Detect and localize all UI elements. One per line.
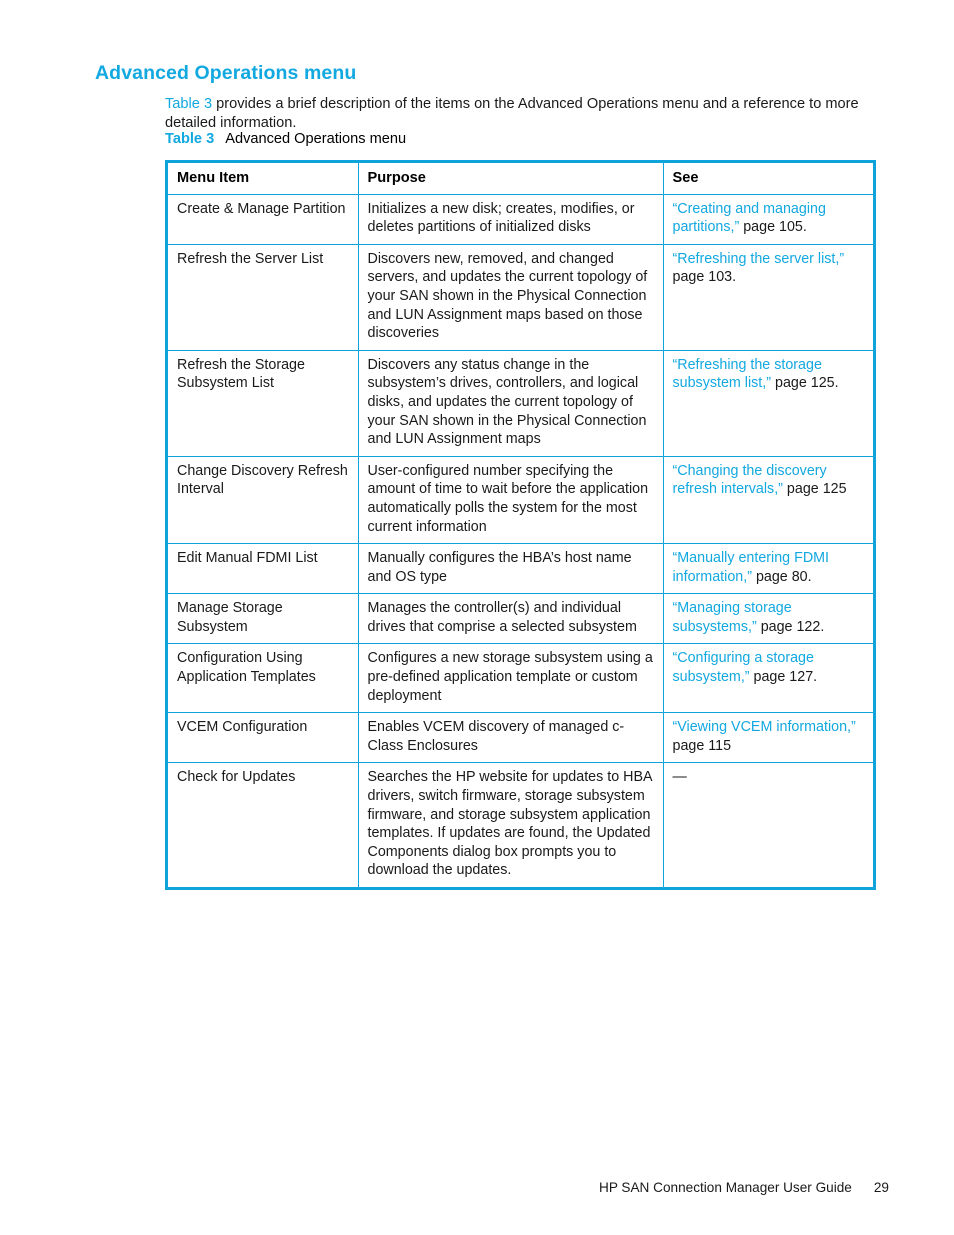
cell-purpose: Discovers any status change in the subsy…	[358, 350, 664, 457]
cell-menu-item: VCEM Configuration	[168, 712, 359, 764]
advanced-operations-table: Menu Item Purpose See Create & Manage Pa…	[165, 160, 876, 890]
table-row: Create & Manage Partition Initializes a …	[168, 194, 873, 245]
see-page-number: page 125.	[771, 375, 839, 392]
cell-purpose: Manages the controller(s) and individual…	[358, 593, 664, 645]
cell-menu-item: Edit Manual FDMI List	[168, 543, 359, 595]
see-page-number: —	[672, 769, 687, 786]
see-page-number: page 103.	[672, 269, 737, 286]
intro-paragraph: Table 3 provides a brief description of …	[165, 95, 865, 134]
cell-menu-item: Check for Updates	[168, 762, 359, 887]
table-row: Manage Storage Subsystem Manages the con…	[168, 593, 873, 645]
table-caption-label: Table 3	[165, 131, 215, 147]
cell-see: “Configuring a storage subsystem,” page …	[663, 643, 873, 714]
cell-purpose: Manually configures the HBA’s host name …	[358, 543, 664, 595]
cell-see: “Refreshing the storage subsystem list,”…	[663, 350, 873, 457]
table-header-row: Menu Item Purpose See	[168, 163, 873, 195]
intro-text: provides a brief description of the item…	[165, 95, 859, 132]
page-footer: HP SAN Connection Manager User Guide 29	[0, 1179, 889, 1197]
see-page-number: page 125	[782, 481, 847, 498]
column-header-see: See	[663, 163, 873, 195]
cell-purpose: Discovers new, removed, and changed serv…	[358, 244, 664, 351]
table-row: Edit Manual FDMI List Manually configure…	[168, 543, 873, 595]
see-reference-link[interactable]: “Refreshing the server list,”	[673, 251, 845, 267]
footer-guide-title: HP SAN Connection Manager User Guide	[599, 1180, 852, 1195]
cell-purpose: User-configured number specifying the am…	[358, 456, 664, 545]
see-reference-link[interactable]: “Viewing VCEM information,”	[673, 719, 856, 735]
cell-see: “Viewing VCEM information,” page 115	[663, 712, 873, 764]
see-page-number: page 115	[672, 737, 732, 754]
table-cross-reference-link[interactable]: Table 3	[165, 96, 212, 112]
page-title: Advanced Operations menu	[95, 62, 357, 85]
cell-see: “Creating and managing partitions,” page…	[663, 194, 873, 245]
cell-purpose: Initializes a new disk; creates, modifie…	[358, 194, 664, 245]
table-row: VCEM Configuration Enables VCEM discover…	[168, 712, 873, 764]
cell-menu-item: Configuration Using Application Template…	[168, 643, 359, 714]
cell-menu-item: Refresh the Storage Subsystem List	[168, 350, 359, 457]
see-page-number: page 105.	[739, 219, 807, 236]
cell-see: “Changing the discovery refresh interval…	[663, 456, 873, 545]
cell-see: “Manually entering FDMI information,” pa…	[663, 543, 873, 595]
cell-see: “Refreshing the server list,” page 103.	[663, 244, 873, 351]
cell-menu-item: Create & Manage Partition	[168, 194, 359, 245]
cell-see: —	[663, 763, 873, 887]
see-page-number: page 122.	[756, 618, 825, 635]
cell-menu-item: Manage Storage Subsystem	[168, 593, 359, 645]
cell-purpose: Searches the HP website for updates to H…	[358, 762, 664, 887]
see-page-number: page 80.	[751, 568, 812, 585]
table-row: Configuration Using Application Template…	[168, 643, 873, 714]
table-row: Check for Updates Searches the HP websit…	[168, 762, 873, 887]
footer-page-number: 29	[873, 1180, 889, 1195]
cell-menu-item: Change Discovery Refresh Interval	[168, 456, 359, 545]
cell-purpose: Enables VCEM discovery of managed c-Clas…	[358, 712, 664, 764]
column-header-menu-item: Menu Item	[168, 163, 359, 195]
see-page-number: page 127.	[749, 669, 818, 686]
table-body: Create & Manage Partition Initializes a …	[168, 194, 873, 887]
column-header-purpose: Purpose	[358, 163, 664, 195]
table-row: Refresh the Server List Discovers new, r…	[168, 244, 873, 351]
table-caption: Table 3 Advanced Operations menu	[165, 129, 406, 149]
table-row: Change Discovery Refresh Interval User-c…	[168, 456, 873, 545]
cell-see: “Managing storage subsystems,” page 122.	[663, 593, 873, 645]
table-row: Refresh the Storage Subsystem List Disco…	[168, 350, 873, 457]
cell-purpose: Configures a new storage subsystem using…	[358, 643, 664, 714]
document-page: Advanced Operations menu Table 3 provide…	[0, 0, 954, 1235]
table-caption-title: Advanced Operations menu	[225, 131, 407, 147]
cell-menu-item: Refresh the Server List	[168, 244, 359, 351]
